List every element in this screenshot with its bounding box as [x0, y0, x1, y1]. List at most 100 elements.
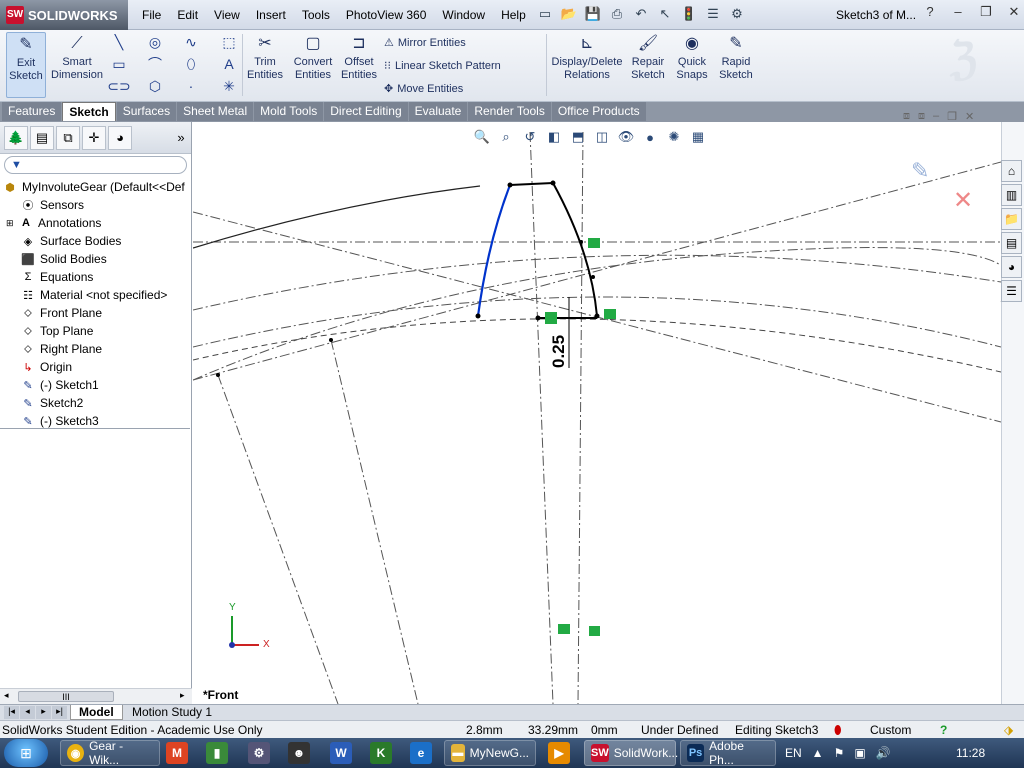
- property-manager-icon[interactable]: ▤: [30, 125, 54, 150]
- relation-marker-icon[interactable]: [589, 626, 600, 636]
- view-palette-icon[interactable]: ▤: [1001, 232, 1022, 254]
- tab-sketch[interactable]: Sketch: [62, 102, 116, 121]
- expand-chevron-icon[interactable]: »: [174, 126, 188, 150]
- units-selector[interactable]: Custom: [870, 723, 911, 737]
- tree-item-front-plane[interactable]: ⬦ Front Plane: [0, 304, 191, 322]
- sketch-point[interactable]: [507, 182, 513, 188]
- close-button[interactable]: ✕: [1004, 4, 1024, 20]
- display-delete-relations-button[interactable]: ⊾ Display/Delete Relations: [550, 32, 624, 98]
- exit-sketch-corner-icon[interactable]: ✎: [911, 158, 929, 183]
- tab-office-products[interactable]: Office Products: [551, 102, 646, 121]
- new-document-icon[interactable]: ▭: [536, 4, 554, 24]
- tree-item-annotations[interactable]: ⊞ A Annotations: [0, 214, 191, 232]
- tree-item-sketch1[interactable]: ✎ (-) Sketch1: [0, 376, 191, 394]
- tree-item-material[interactable]: ☷ Material <not specified>: [0, 286, 191, 304]
- tab-render-tools[interactable]: Render Tools: [468, 102, 551, 121]
- right-flank-curve[interactable]: [552, 182, 598, 317]
- sketch-point[interactable]: [591, 275, 595, 279]
- menu-view[interactable]: View: [206, 8, 248, 22]
- app-k-icon[interactable]: K: [370, 742, 392, 764]
- custom-properties-icon[interactable]: ☰: [1001, 280, 1022, 302]
- arc-icon[interactable]: ⌒: [144, 54, 166, 74]
- print-icon[interactable]: ⎙: [608, 4, 626, 24]
- horizontal-scrollbar[interactable]: ◂ III ▸: [0, 688, 192, 704]
- tab-motion-study[interactable]: Motion Study 1: [124, 705, 220, 720]
- clock[interactable]: 11:28: [956, 746, 985, 760]
- sketch-point[interactable]: [216, 373, 220, 377]
- tab-mold-tools[interactable]: Mold Tools: [254, 102, 324, 121]
- involute-profile-curve[interactable]: [476, 184, 512, 317]
- tab-evaluate[interactable]: Evaluate: [408, 102, 468, 121]
- relation-marker-icon[interactable]: [558, 624, 570, 634]
- action-center-icon[interactable]: ⚑: [834, 746, 845, 760]
- cancel-sketch-corner-icon[interactable]: ✕: [953, 187, 973, 214]
- home-icon[interactable]: ⌂: [1001, 160, 1022, 182]
- tree-filter[interactable]: ▼: [4, 156, 187, 174]
- last-tab-icon[interactable]: ▸|: [52, 706, 67, 719]
- quick-snaps-button[interactable]: ◉ Quick Snaps: [672, 32, 712, 98]
- sketch-point[interactable]: [475, 313, 481, 319]
- line-icon[interactable]: ╲: [108, 32, 130, 52]
- taskbar-photoshop[interactable]: Ps Adobe Ph...: [680, 739, 776, 767]
- feature-tree-icon[interactable]: 🌲: [4, 125, 28, 150]
- avatar-icon[interactable]: ☻: [288, 742, 310, 764]
- solidworks-logo[interactable]: SW SOLIDWORKS: [0, 0, 128, 30]
- network-icon[interactable]: ▣: [854, 746, 865, 760]
- sketch-point[interactable]: [329, 338, 333, 342]
- move-entities-button[interactable]: ✥ Move Entities: [384, 82, 463, 96]
- tree-item-solid-bodies[interactable]: ⬛ Solid Bodies: [0, 250, 191, 268]
- section-view-icon[interactable]: ◧: [545, 128, 563, 146]
- linear-sketch-pattern-button[interactable]: ⁝⁝ Linear Sketch Pattern: [384, 59, 501, 73]
- volume-icon[interactable]: 🔊: [876, 746, 891, 760]
- help-icon[interactable]: ?: [940, 723, 947, 737]
- tree-root[interactable]: ⬢ MyInvoluteGear (Default<<Def: [0, 178, 191, 196]
- text-icon[interactable]: A: [218, 54, 240, 74]
- settings-icon[interactable]: ⚙: [248, 742, 270, 764]
- dimension-value[interactable]: 0.25: [549, 335, 569, 368]
- rebuild-icon[interactable]: 🚦: [680, 4, 698, 24]
- convert-entities-button[interactable]: ▢ Convert Entities: [290, 32, 336, 98]
- tree-item-surface-bodies[interactable]: ◈ Surface Bodies: [0, 232, 191, 250]
- open-folder-icon[interactable]: 📂: [560, 4, 578, 24]
- options-icon[interactable]: ⚙: [728, 4, 746, 24]
- view-orientation-icon[interactable]: ⬒: [569, 128, 587, 146]
- menu-help[interactable]: Help: [493, 8, 534, 22]
- restore-viewport-icon[interactable]: ❐: [947, 110, 957, 123]
- expand-plus-icon[interactable]: ⊞: [6, 218, 18, 229]
- menu-insert[interactable]: Insert: [248, 8, 294, 22]
- scroll-left-icon[interactable]: ◂: [4, 690, 9, 701]
- exit-sketch-button[interactable]: ✎ Exit Sketch: [6, 32, 46, 98]
- tree-item-origin[interactable]: ↳ Origin: [0, 358, 191, 376]
- tree-item-right-plane[interactable]: ⬦ Right Plane: [0, 340, 191, 358]
- view-settings-icon[interactable]: ▦: [689, 128, 707, 146]
- tree-item-sensors[interactable]: ⦿ Sensors: [0, 196, 191, 214]
- language-indicator[interactable]: EN: [785, 746, 802, 760]
- appearance-icon[interactable]: ●: [641, 128, 659, 146]
- appearances-icon[interactable]: ◕: [1001, 256, 1022, 278]
- tray-expand-icon[interactable]: ▲: [812, 746, 824, 760]
- zoom-to-fit-icon[interactable]: 🔍: [473, 128, 491, 146]
- menu-photoview[interactable]: PhotoView 360: [338, 8, 435, 22]
- smart-dimension-button[interactable]: ⟋ Smart Dimension: [51, 32, 103, 98]
- tab-sheet-metal[interactable]: Sheet Metal: [177, 102, 254, 121]
- hide-show-icon[interactable]: 👁: [617, 128, 635, 146]
- menu-file[interactable]: File: [134, 8, 169, 22]
- tree-item-sketch2[interactable]: ✎ Sketch2: [0, 394, 191, 412]
- tooth-tip-line[interactable]: [509, 182, 554, 186]
- tab-model[interactable]: Model: [70, 705, 123, 720]
- dimxpert-icon[interactable]: ✛: [82, 125, 106, 150]
- tree-item-top-plane[interactable]: ⬦ Top Plane: [0, 322, 191, 340]
- close-viewport-icon[interactable]: ✕: [965, 110, 974, 123]
- minimize-viewport-icon[interactable]: –: [933, 110, 939, 123]
- previous-view-icon[interactable]: ↺: [521, 128, 539, 146]
- polygon-icon[interactable]: ⬡: [144, 76, 166, 96]
- split-view-icon[interactable]: ⧈: [903, 110, 910, 123]
- sketch-point[interactable]: [579, 240, 583, 244]
- rectangle-icon[interactable]: ▭: [108, 54, 130, 74]
- scrollbar-thumb[interactable]: III: [18, 691, 114, 702]
- taskbar-folder[interactable]: ▬ MyNewG...: [444, 740, 536, 766]
- design-library-icon[interactable]: ▥: [1001, 184, 1022, 206]
- file-explorer-icon[interactable]: 📁: [1001, 208, 1022, 230]
- next-tab-icon[interactable]: ▸: [36, 706, 51, 719]
- first-tab-icon[interactable]: |◂: [4, 706, 19, 719]
